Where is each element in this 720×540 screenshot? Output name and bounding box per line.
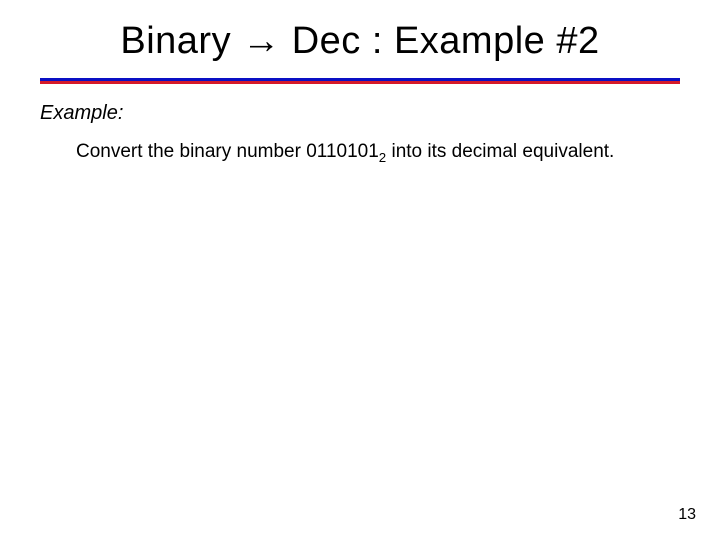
body-text: Convert the binary number 01101012 into …: [76, 140, 636, 166]
binary-digits: 0110101: [306, 141, 379, 162]
slide: Binary → Dec : Example #2 Example: Conve…: [0, 0, 720, 540]
body-prefix: Convert the binary number: [76, 141, 306, 162]
page-number: 13: [678, 506, 696, 524]
body-suffix: into its decimal equivalent.: [386, 141, 614, 162]
slide-title: Binary → Dec : Example #2: [0, 20, 720, 63]
underline-red: [40, 81, 680, 84]
example-label: Example:: [40, 102, 123, 125]
title-underline: [40, 78, 680, 84]
